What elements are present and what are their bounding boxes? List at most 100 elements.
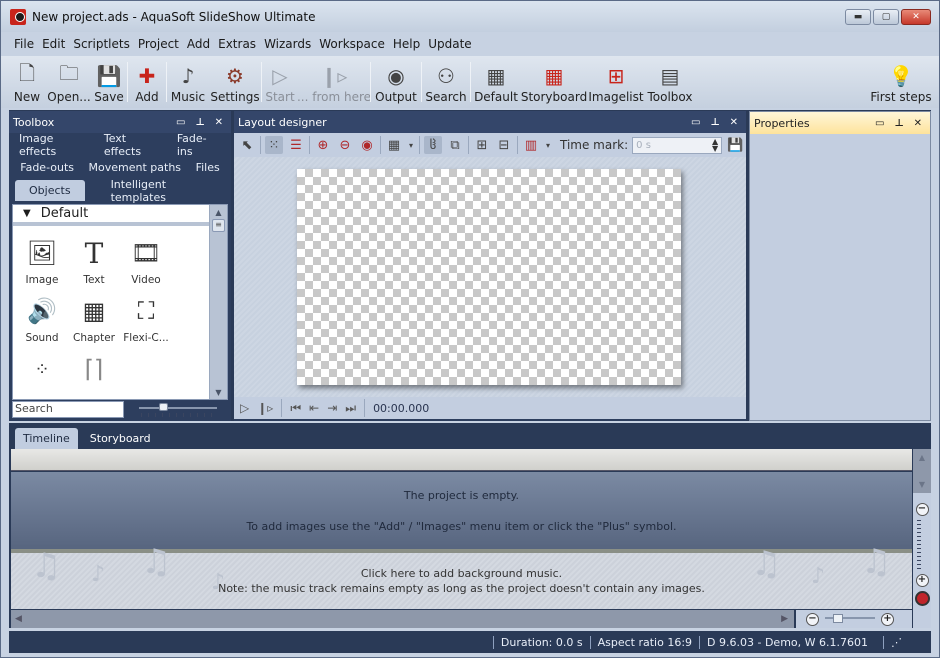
- timeline-vscrollbar[interactable]: ▲ ▼: [913, 449, 931, 493]
- menu-help[interactable]: Help: [389, 37, 424, 51]
- save-button[interactable]: 💾 Save: [91, 56, 127, 108]
- object-image[interactable]: 🖼 Image: [16, 238, 68, 286]
- menu-workspace[interactable]: Workspace: [315, 37, 389, 51]
- object-video[interactable]: 🎞 Video: [120, 238, 172, 286]
- scroll-thumb[interactable]: ≡: [212, 219, 225, 232]
- timeline-search-icon[interactable]: [914, 591, 930, 606]
- motion-path-icon[interactable]: ჱ: [424, 136, 442, 154]
- time-mark-dropdown-icon[interactable]: ▾: [544, 136, 552, 154]
- remove-keyframe-icon[interactable]: ⊟: [495, 136, 513, 154]
- slide-canvas[interactable]: [297, 169, 681, 385]
- pin-icon[interactable]: ⊥: [195, 117, 204, 128]
- menu-scriptlets[interactable]: Scriptlets: [69, 37, 133, 51]
- search-button[interactable]: ⚇ Search: [422, 56, 470, 108]
- previous-frame-icon[interactable]: ⇤: [309, 401, 319, 415]
- grid-dropdown-icon[interactable]: ▾: [407, 136, 415, 154]
- maximize-button[interactable]: ▢: [873, 9, 899, 25]
- save-time-mark-icon[interactable]: 💾: [726, 136, 744, 154]
- close-icon[interactable]: ✕: [215, 117, 223, 128]
- tab-fade-outs[interactable]: Fade-outs: [14, 158, 80, 177]
- menu-file[interactable]: File: [10, 37, 38, 51]
- menu-edit[interactable]: Edit: [38, 37, 69, 51]
- first-steps-button[interactable]: 💡 First steps: [869, 56, 933, 108]
- music-button[interactable]: ♪ Music: [167, 56, 209, 108]
- timeline-track-area[interactable]: The project is empty. To add images use …: [11, 472, 912, 549]
- next-frame-icon[interactable]: ⇥: [327, 401, 337, 415]
- group-header-default[interactable]: ▼ Default: [13, 205, 227, 226]
- tab-fade-ins[interactable]: Fade-ins: [171, 129, 227, 161]
- layout-imagelist-button[interactable]: ⊞ Imagelist: [587, 56, 645, 108]
- resize-grip-icon[interactable]: ⋰: [883, 635, 909, 649]
- open-button[interactable]: 🗀 Open...: [47, 56, 91, 108]
- minimize-button[interactable]: ▬: [845, 9, 871, 25]
- skip-to-end-icon[interactable]: ⏭: [345, 401, 356, 416]
- track-height-decrease-icon[interactable]: −: [915, 503, 929, 516]
- timeline-hscrollbar[interactable]: ◀ ▶: [11, 610, 794, 628]
- object-text[interactable]: T Text: [68, 237, 120, 287]
- track-height-increase-icon[interactable]: +: [915, 574, 929, 587]
- slider-knob[interactable]: [159, 403, 168, 411]
- object-chapter[interactable]: ▦ Chapter: [68, 296, 120, 344]
- toolbox-search-input[interactable]: Search: [12, 401, 124, 418]
- zoom-fit-icon[interactable]: ◉: [358, 136, 376, 154]
- tab-intelligent-templates[interactable]: Intelligent templates: [105, 175, 227, 207]
- select-pointer-icon[interactable]: ⬉: [238, 136, 256, 154]
- music-track[interactable]: ♫ ♪ ♫ ♪ ♫ ♪ ♫ Click here to add backgrou…: [11, 545, 912, 609]
- close-icon[interactable]: ✕: [730, 117, 738, 128]
- layout-toolbox-button[interactable]: ▤ Toolbox: [645, 56, 695, 108]
- grid-icon[interactable]: ▦: [385, 136, 403, 154]
- play-icon[interactable]: ▷: [240, 401, 249, 415]
- scroll-down-icon[interactable]: ▼: [210, 385, 227, 399]
- pin-icon[interactable]: ⊥: [710, 117, 719, 128]
- object-particles[interactable]: ⁘: [16, 354, 68, 384]
- tab-image-effects[interactable]: Image effects: [13, 129, 98, 161]
- menu-extras[interactable]: Extras: [214, 37, 260, 51]
- object-frame[interactable]: ⌈⌉: [68, 354, 120, 384]
- tab-text-effects[interactable]: Text effects: [98, 129, 171, 161]
- float-icon[interactable]: ▭: [875, 118, 884, 129]
- menu-project[interactable]: Project: [134, 37, 183, 51]
- object-sound[interactable]: 🔊 Sound: [16, 296, 68, 344]
- tab-objects[interactable]: Objects: [15, 180, 85, 201]
- menu-add[interactable]: Add: [183, 37, 214, 51]
- layout-storyboard-button[interactable]: ▦ Storyboard: [521, 56, 587, 108]
- object-flexi-collage[interactable]: ⛶ Flexi-C...: [120, 296, 172, 344]
- points-mode-icon[interactable]: ⁙: [265, 136, 283, 154]
- scroll-down-icon[interactable]: ▼: [919, 480, 925, 489]
- zoom-in-icon[interactable]: ⊕: [314, 136, 332, 154]
- object-list-scrollbar[interactable]: ▲ ≡ ▼: [209, 205, 227, 399]
- zoom-out-icon[interactable]: −: [806, 612, 819, 626]
- snap-icon[interactable]: ⧉: [446, 136, 464, 154]
- time-mark-icon[interactable]: ▥: [522, 136, 540, 154]
- time-mark-input[interactable]: 0 s ▲ ▼: [632, 136, 723, 154]
- settings-button[interactable]: ⚙ Settings: [209, 56, 261, 108]
- layout-default-button[interactable]: ▦ Default: [471, 56, 521, 108]
- pin-icon[interactable]: ⊥: [894, 118, 903, 129]
- close-icon[interactable]: ✕: [914, 118, 922, 129]
- timeline-zoom-slider[interactable]: [825, 614, 875, 624]
- menu-wizards[interactable]: Wizards: [260, 37, 315, 51]
- play-from-here-icon[interactable]: ❙▹: [257, 401, 273, 415]
- menu-update[interactable]: Update: [424, 37, 475, 51]
- spinner-icon[interactable]: ▲ ▼: [712, 137, 718, 152]
- track-height-slider[interactable]: [917, 520, 927, 570]
- timeline-ruler[interactable]: [11, 449, 912, 471]
- layers-icon[interactable]: ☰: [287, 136, 305, 154]
- scroll-up-icon[interactable]: ▲: [919, 453, 925, 462]
- add-keyframe-icon[interactable]: ⊞: [473, 136, 491, 154]
- zoom-in-icon[interactable]: +: [881, 612, 894, 626]
- scroll-up-icon[interactable]: ▲: [210, 205, 227, 219]
- tab-storyboard[interactable]: Storyboard: [82, 428, 159, 449]
- icon-size-slider[interactable]: [139, 403, 219, 417]
- float-icon[interactable]: ▭: [176, 117, 185, 128]
- close-button[interactable]: ✕: [901, 9, 931, 25]
- float-icon[interactable]: ▭: [691, 117, 700, 128]
- scroll-right-icon[interactable]: ▶: [781, 610, 788, 628]
- start-button[interactable]: ▷ Start: [262, 56, 298, 108]
- output-button[interactable]: ◉ Output: [371, 56, 421, 108]
- skip-to-start-icon[interactable]: ⏮: [290, 401, 301, 416]
- tab-timeline[interactable]: Timeline: [15, 428, 78, 449]
- new-button[interactable]: 🗋 New: [7, 56, 47, 108]
- zoom-out-icon[interactable]: ⊖: [336, 136, 354, 154]
- add-button[interactable]: ✚ Add: [128, 56, 166, 108]
